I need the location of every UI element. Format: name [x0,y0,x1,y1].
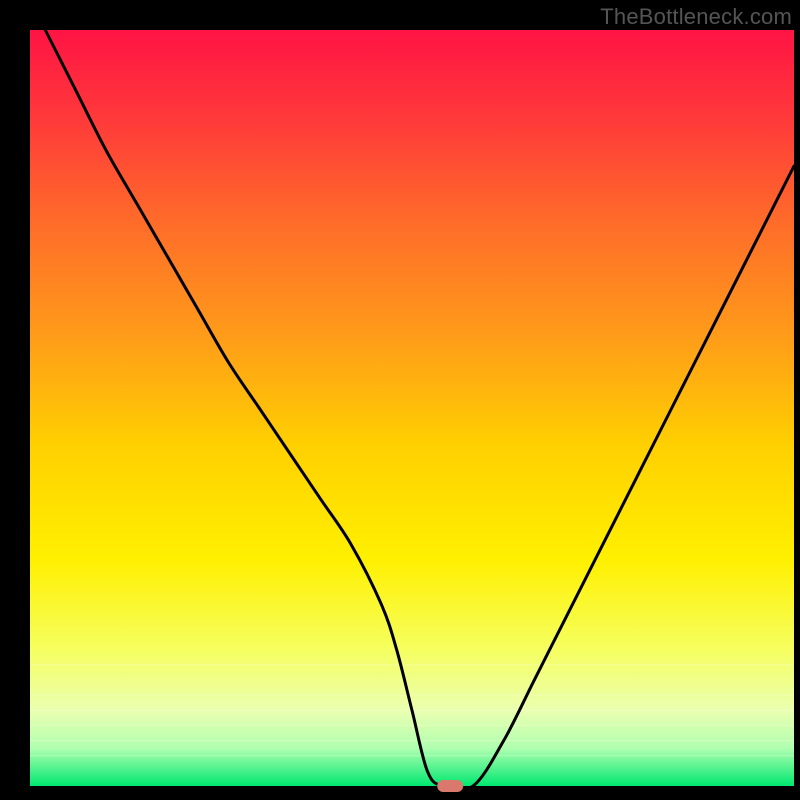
chart-svg [0,0,800,800]
optimum-marker [437,780,463,792]
watermark: TheBottleneck.com [600,4,792,30]
bottleneck-chart: TheBottleneck.com [0,0,800,800]
plot-background [30,30,794,786]
